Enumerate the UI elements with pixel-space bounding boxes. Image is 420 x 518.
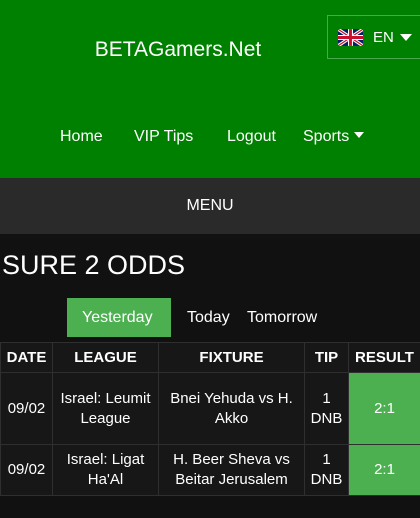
tips-table: DATE LEAGUE FIXTURE TIP RESULT 09/02 Isr… (0, 342, 420, 496)
cell-league: Israel: Ligat Ha'Al (52, 444, 159, 496)
column-header-league: LEAGUE (52, 342, 159, 373)
cell-league: Israel: Leumit League (52, 372, 159, 445)
nav-sports[interactable]: Sports (303, 128, 365, 146)
nav-vip-tips[interactable]: VIP Tips (134, 128, 193, 146)
cell-fixture: Bnei Yehuda vs H. Akko (158, 372, 305, 445)
menu-label: MENU (186, 197, 234, 214)
site-header: BETAGamers.Net EN Home VIP Tips Logout S… (0, 0, 420, 178)
table-header-row: DATE LEAGUE FIXTURE TIP RESULT (0, 342, 420, 373)
uk-flag-icon (338, 28, 363, 46)
column-header-date: DATE (0, 342, 53, 373)
language-selector[interactable]: EN (327, 15, 420, 59)
cell-date: 09/02 (0, 372, 53, 445)
day-tabs: Yesterday Today Tomorrow (67, 298, 317, 337)
cell-date: 09/02 (0, 444, 53, 496)
nav-home[interactable]: Home (60, 128, 103, 146)
chevron-down-icon (354, 132, 365, 138)
tab-yesterday[interactable]: Yesterday (67, 298, 171, 337)
tab-today[interactable]: Today (171, 298, 247, 337)
column-header-fixture: FIXTURE (158, 342, 305, 373)
table-row: 09/02 Israel: Ligat Ha'Al H. Beer Sheva … (0, 444, 420, 496)
language-label: EN (373, 28, 394, 46)
cell-result: 2:1 (348, 372, 420, 445)
menu-toggle[interactable]: MENU (0, 178, 420, 234)
cell-tip: 1 DNB (304, 444, 349, 496)
nav-sports-label: Sports (303, 128, 350, 145)
nav-logout[interactable]: Logout (227, 128, 276, 146)
tab-tomorrow[interactable]: Tomorrow (247, 298, 317, 337)
page-title: SURE 2 ODDS (2, 250, 186, 280)
cell-tip: 1 DNB (304, 372, 349, 445)
column-header-tip: TIP (304, 342, 349, 373)
cell-fixture: H. Beer Sheva vs Beitar Jerusalem (158, 444, 305, 496)
main-nav: Home VIP Tips Logout Sports (0, 128, 420, 150)
chevron-down-icon (399, 33, 412, 41)
column-header-result: RESULT (348, 342, 420, 373)
site-title[interactable]: BETAGamers.Net (0, 38, 356, 62)
table-row: 09/02 Israel: Leumit League Bnei Yehuda … (0, 372, 420, 445)
cell-result: 2:1 (348, 444, 420, 496)
